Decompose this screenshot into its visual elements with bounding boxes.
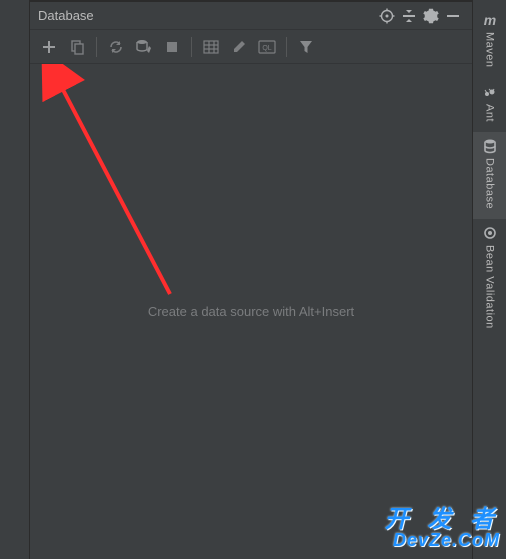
add-button[interactable] (36, 34, 62, 60)
maven-icon: m (482, 12, 498, 28)
toolbar: QL (30, 30, 472, 64)
toolbar-separator (96, 37, 97, 57)
svg-text:m: m (483, 12, 495, 28)
refresh-button[interactable] (103, 34, 129, 60)
left-gutter (0, 0, 30, 559)
sidebar-tab-database[interactable]: Database (473, 132, 506, 219)
edit-button[interactable] (226, 34, 252, 60)
table-button[interactable] (198, 34, 224, 60)
sidebar-label: Database (484, 158, 496, 209)
hide-icon[interactable] (442, 5, 464, 27)
database-icon (482, 138, 498, 154)
database-panel: Database (30, 0, 472, 559)
panel-header: Database (30, 0, 472, 30)
toolbar-separator (286, 37, 287, 57)
sidebar-label: Bean Validation (484, 245, 496, 329)
ql-button[interactable]: QL (254, 34, 280, 60)
toolbar-separator (191, 37, 192, 57)
duplicate-button[interactable] (64, 34, 90, 60)
svg-text:QL: QL (262, 45, 271, 52)
panel-body: Create a data source with Alt+Insert (30, 64, 472, 559)
annotation-arrow (30, 64, 472, 464)
sidebar-tab-maven[interactable]: m Maven (473, 6, 506, 78)
filter-button[interactable] (293, 34, 319, 60)
right-sidebar: m Maven Ant Database Bean Validation (472, 0, 506, 559)
ant-icon (482, 84, 498, 100)
stop-button[interactable] (159, 34, 185, 60)
sidebar-tab-ant[interactable]: Ant (473, 78, 506, 132)
collapse-icon[interactable] (398, 5, 420, 27)
gear-icon[interactable] (420, 5, 442, 27)
panel-title: Database (38, 8, 376, 23)
placeholder-text: Create a data source with Alt+Insert (148, 304, 354, 319)
sidebar-tab-bean-validation[interactable]: Bean Validation (473, 219, 506, 339)
datasource-properties-button[interactable] (131, 34, 157, 60)
sidebar-label: Maven (484, 32, 496, 68)
sidebar-label: Ant (484, 104, 496, 122)
locate-icon[interactable] (376, 5, 398, 27)
bean-validation-icon (482, 225, 498, 241)
